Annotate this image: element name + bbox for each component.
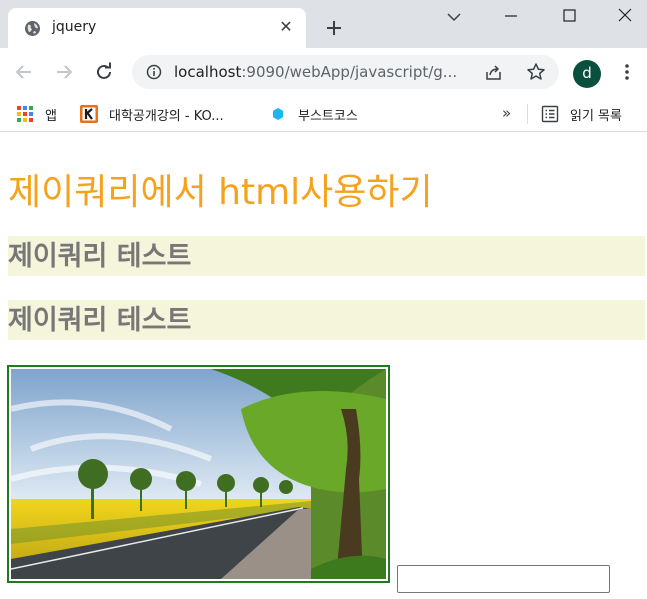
- bookmark-kocw-label: 대학공개강의 - KO...: [109, 109, 224, 124]
- boostcourse-hexagon-icon: [273, 108, 283, 120]
- forward-arrow-icon[interactable]: [52, 60, 76, 84]
- site-info-icon[interactable]: [146, 64, 162, 80]
- bookmarks-divider: [527, 104, 528, 124]
- maximize-icon[interactable]: [555, 4, 583, 28]
- landscape-image: [7, 365, 390, 583]
- bookmark-apps[interactable]: 앱: [16, 103, 66, 125]
- bookmark-kocw[interactable]: 대학공개강의 - KO...: [80, 103, 260, 125]
- page-heading: 제이쿼리에서 html사용하기: [8, 172, 433, 213]
- tab-strip: jquery ✕: [0, 0, 647, 48]
- profile-avatar[interactable]: d: [573, 60, 601, 88]
- reading-list-label: 읽기 목록: [570, 109, 622, 124]
- window-close-icon[interactable]: [611, 4, 639, 28]
- browser-toolbar: localhost:9090/webApp/javascript/g... d: [0, 48, 647, 96]
- tab-close-icon[interactable]: ✕: [276, 17, 296, 37]
- tab-search-chevron-icon[interactable]: [440, 4, 468, 28]
- bookmark-apps-label: 앱: [45, 109, 57, 124]
- bookmark-star-icon[interactable]: [526, 62, 546, 82]
- subheading-2: 제이쿼리 테스트: [8, 300, 645, 340]
- bookmark-boostcourse-label: 부스트코스: [298, 109, 358, 124]
- url-text[interactable]: localhost:9090/webApp/javascript/g...: [174, 63, 478, 81]
- landscape-illustration: [11, 369, 386, 579]
- globe-icon: [25, 21, 40, 36]
- minimize-icon[interactable]: [497, 4, 525, 28]
- bookmarks-bar: 앱 대학공개강의 - KO... 부스트코스 읽기 목록: [0, 96, 647, 132]
- tab-jquery[interactable]: jquery ✕: [8, 8, 306, 48]
- reading-list[interactable]: 읽기 목록: [541, 103, 647, 125]
- subheading-1: 제이쿼리 테스트: [8, 236, 645, 276]
- bookmarks-overflow-chevron-icon[interactable]: »: [502, 104, 511, 122]
- kebab-menu-icon[interactable]: [617, 62, 637, 82]
- apps-grid-icon: [17, 106, 33, 122]
- back-arrow-icon[interactable]: [12, 60, 36, 84]
- bookmark-boostcourse[interactable]: 부스트코스: [269, 103, 389, 125]
- url-host: localhost: [174, 63, 242, 81]
- reload-icon[interactable]: [92, 60, 116, 84]
- address-bar[interactable]: localhost:9090/webApp/javascript/g...: [132, 55, 559, 89]
- new-tab-plus-icon[interactable]: [322, 16, 346, 40]
- text-input[interactable]: [397, 565, 610, 593]
- tab-title: jquery: [52, 19, 97, 35]
- url-path: :9090/webApp/javascript/g...: [241, 63, 458, 81]
- kocw-logo-icon: [80, 105, 98, 123]
- page-content: 제이쿼리에서 html사용하기 제이쿼리 테스트 제이쿼리 테스트: [0, 136, 647, 599]
- share-icon[interactable]: [484, 62, 504, 82]
- reading-list-icon: [541, 105, 559, 123]
